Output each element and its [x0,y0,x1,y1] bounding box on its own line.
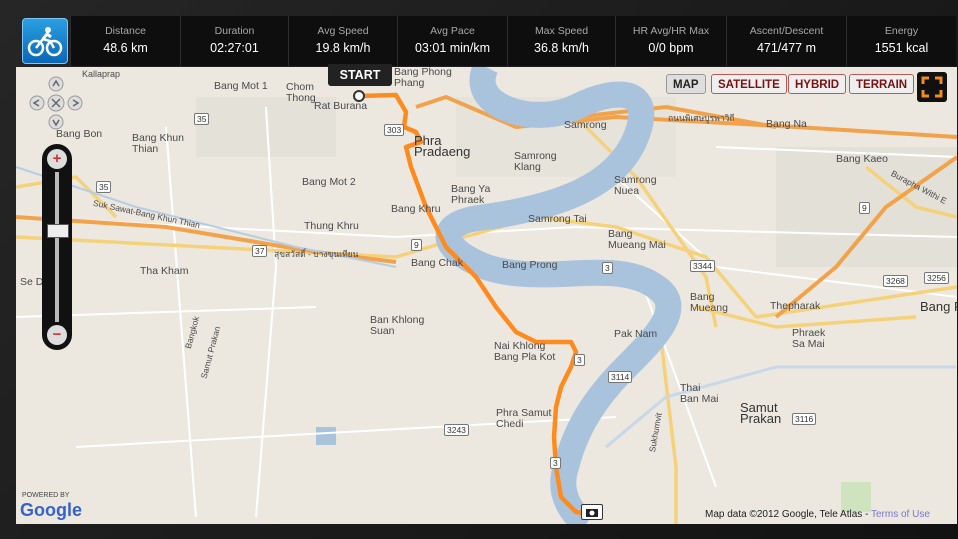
road-label: สุขสวัสดิ์ - บางขุนเทียน [274,249,359,259]
place-label: Bang Mot 1 [214,80,268,92]
place-label: Thung Khru [304,220,359,232]
place-label: Phraek Sa Mai [792,327,826,350]
road-shield: 3 [574,354,585,366]
road-shield: 37 [252,245,268,257]
zoom-out-button[interactable]: − [47,325,67,345]
road-shield: 35 [96,181,112,193]
stat-max-speed: Max Speed 36.8 km/h [507,16,615,66]
zoom-handle[interactable] [47,224,69,238]
road-shield: 303 [384,124,405,136]
place-label: Bang Mueang Mai [608,228,666,251]
map-type-map-button[interactable]: MAP [666,74,706,94]
place-label: Samrong [564,119,607,131]
stat-ascent-descent: Ascent/Descent 471/477 m [726,16,846,66]
map-attribution: Map data ©2012 Google, Tele Atlas - Term… [705,509,930,520]
fullscreen-icon[interactable] [917,72,947,102]
map-type-terrain-button[interactable]: TERRAIN [849,74,915,94]
camera-icon[interactable] [581,504,603,520]
stat-avg-speed: Avg Speed 19.8 km/h [288,16,397,66]
map-type-hybrid-button[interactable]: HYBRID [788,74,847,94]
place-label: Kallaprap [82,69,121,79]
zoom-track[interactable] [55,172,59,322]
place-label: Samrong Nuea [614,174,657,197]
road-shield: 9 [859,202,870,214]
map-type-satellite-button[interactable]: SATELLITE [711,74,787,94]
road-shield: 3256 [924,272,949,284]
place-label: Thepharak [770,300,821,312]
stat-avg-pace: Avg Pace 03:01 min/km [397,16,507,66]
place-label: Chom Thong [286,81,316,104]
place-label: Phra Samut Chedi [496,407,552,430]
place-label: Bang Mueang [690,291,728,314]
place-label: Nai Khlong Bang Pla Kot [494,340,556,363]
start-marker-label: START [328,64,392,86]
place-label: Ban Khlong Suan [370,314,425,337]
zoom-slider[interactable]: + − [42,144,72,350]
place-label: Samut Prakan [740,400,782,426]
cycling-icon[interactable] [22,18,68,64]
road-shield: 3 [602,262,613,274]
place-label: Tha Kham [140,265,189,277]
road-shield: 9 [411,239,422,251]
place-label: Samrong Klang [514,150,557,173]
place-label: Bang Ya Phraek [451,183,491,206]
route-map[interactable]: Kallaprap Bang Mot 1 Chom Thong Rat Buran… [16,67,957,524]
stat-hr: HR Avg/HR Max 0/0 bpm [615,16,726,66]
place-label: Bang Prong [502,259,558,271]
road-shield: 3344 [690,260,715,272]
stat-energy: Energy 1551 kcal [846,16,956,66]
stat-distance: Distance 48.6 km [70,16,180,66]
stat-duration: Duration 02:27:01 [180,16,288,66]
place-label: Samrong Tai [528,213,587,225]
place-label: Pak Nam [614,328,658,340]
place-label: Bang Khru [391,203,441,215]
powered-by-label: POWERED BY [22,492,70,499]
place-label: Bang Phong Phang [394,67,452,89]
place-label: Bang Kaeo [836,153,888,165]
google-logo[interactable]: Google [20,500,82,521]
zoom-in-button[interactable]: + [47,149,67,169]
road-label: ถนนพิเศษบูรพาวิถี [668,113,735,123]
road-shield: 3268 [883,275,908,287]
place-label: Bang Mot 2 [302,176,356,188]
road-shield: 3243 [444,424,469,436]
place-label: Bang P [920,299,957,314]
pan-control[interactable] [27,74,85,132]
terms-link[interactable]: Terms of Use [871,509,930,520]
place-label: Phra Pradaeng [414,133,471,159]
place-label: Rat Burana [314,100,368,112]
place-label: Bang Chak [411,257,463,269]
road-shield: 3114 [608,371,633,383]
road-shield: 3 [550,457,561,469]
place-label: Thai Ban Mai [680,382,719,405]
road-shield: 3116 [792,413,817,425]
place-label: Bang Na [766,118,807,130]
place-label: Bang Khun Thian [132,132,184,155]
road-shield: 35 [194,113,210,125]
